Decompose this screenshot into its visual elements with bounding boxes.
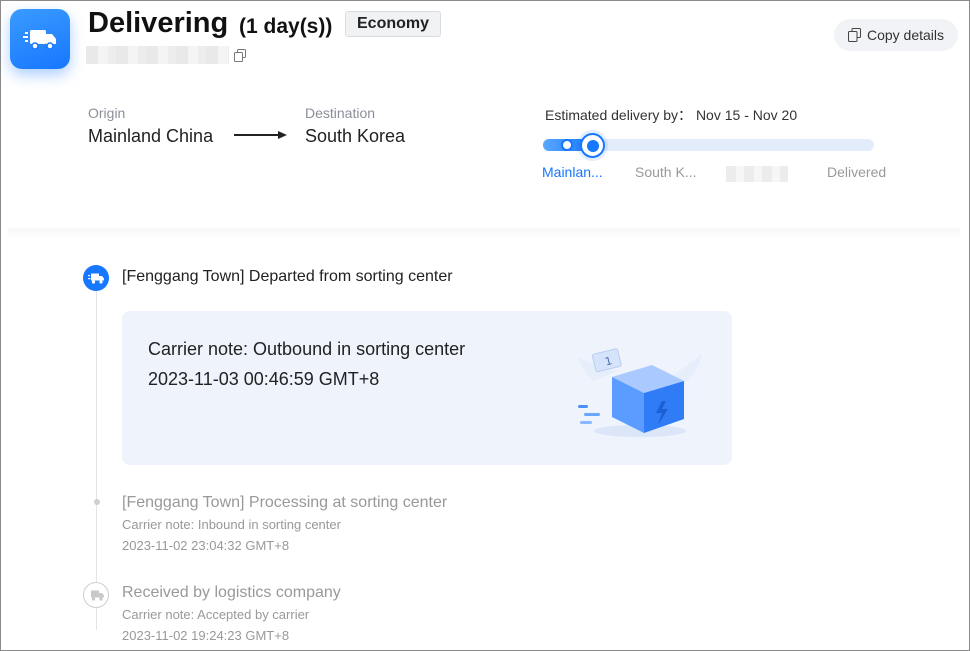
- event-time: 2023-11-02 23:04:32 GMT+8: [122, 538, 290, 553]
- estimated-delivery: Estimated delivery by： Nov 15 - Nov 20: [545, 107, 798, 123]
- parcel-illustration-icon: 1: [578, 348, 704, 437]
- latest-event-card: Carrier note: Outbound in sorting center…: [122, 311, 732, 465]
- tracking-number-redacted: [86, 46, 229, 64]
- section-divider: [8, 228, 960, 238]
- progress-current-marker: [580, 133, 605, 158]
- event-time: 2023-11-02 19:24:23 GMT+8: [122, 628, 290, 643]
- transit-duration: (1 day(s)): [239, 15, 333, 38]
- stage-delivered: Delivered: [827, 164, 887, 180]
- truck-icon: [83, 265, 109, 291]
- copy-icon: [847, 28, 861, 42]
- event-note: Carrier note: Accepted by carrier: [122, 607, 310, 622]
- timeline-dot: [94, 499, 100, 505]
- copy-tracking-icon[interactable]: [234, 49, 246, 62]
- event-time: 2023-11-03 00:46:59 GMT+8: [148, 369, 380, 389]
- copy-details-button[interactable]: Copy details: [834, 19, 958, 51]
- status-title: Delivering: [88, 7, 229, 39]
- event-title: [Fenggang Town] Processing at sorting ce…: [122, 494, 448, 511]
- destination-label: Destination: [305, 105, 376, 121]
- stage-origin: Mainlan...: [542, 164, 603, 180]
- service-badge: Economy: [345, 11, 442, 37]
- origin-value: Mainland China: [88, 126, 214, 146]
- route-arrow-icon: [234, 131, 287, 139]
- stage-destination: South K...: [635, 164, 697, 180]
- progress-start-marker: [561, 139, 573, 151]
- event-title: Received by logistics company: [122, 584, 341, 601]
- event-title: [Fenggang Town] Departed from sorting ce…: [122, 268, 453, 285]
- timeline-line: [96, 290, 97, 630]
- event-note: Carrier note: Outbound in sorting center: [148, 339, 466, 359]
- event-note: Carrier note: Inbound in sorting center: [122, 517, 341, 532]
- stage-redacted: [726, 166, 788, 182]
- copy-details-label: Copy details: [866, 27, 945, 43]
- truck-icon: [83, 582, 109, 608]
- origin-label: Origin: [88, 105, 126, 121]
- delivery-truck-icon: [10, 9, 70, 69]
- destination-value: South Korea: [305, 126, 406, 146]
